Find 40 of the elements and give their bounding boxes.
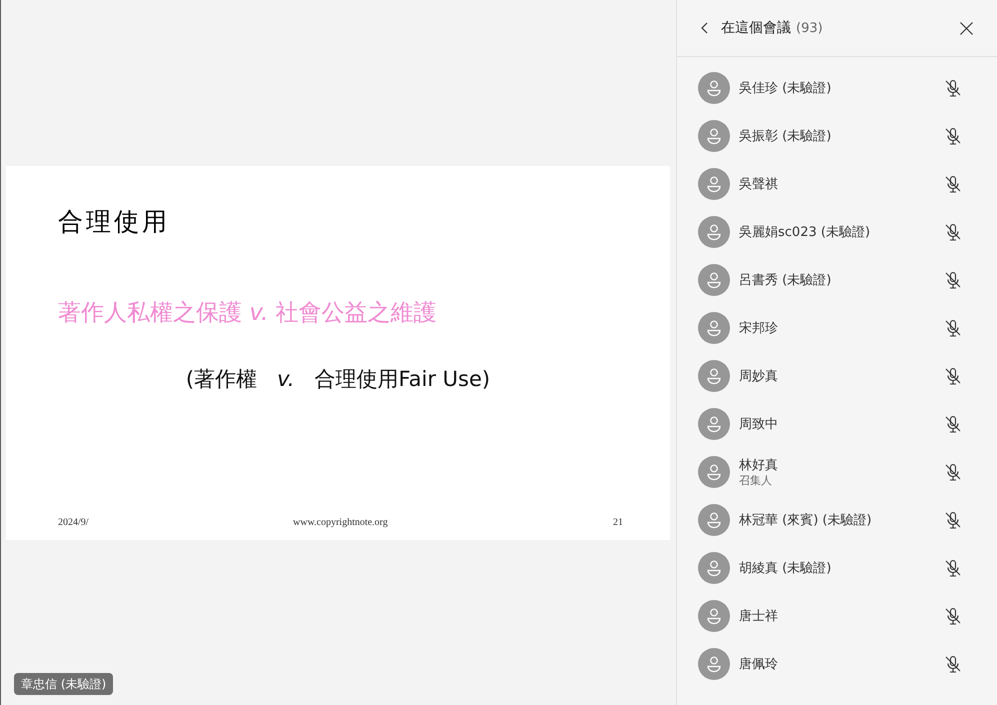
participant-name: 周妙真	[739, 368, 778, 384]
participant-name: 呂書秀 (未驗證)	[739, 272, 832, 288]
speaker-name-tag: 章忠信 (未驗證)	[14, 673, 114, 695]
panel-title: 在這個會議	[721, 19, 791, 37]
avatar-icon	[698, 264, 730, 296]
avatar-icon	[698, 456, 730, 488]
avatar-icon	[698, 408, 730, 440]
avatar-icon	[698, 168, 730, 200]
avatar-icon	[698, 312, 730, 344]
slide-subtitle: 著作人私權之保護 v. 社會公益之維護	[58, 298, 437, 328]
participant-name: 吳麗娟sc023 (未驗證)	[739, 224, 870, 240]
participant-name: 林冠華 (來賓) (未驗證)	[739, 512, 872, 528]
slide-page-number: 21	[613, 516, 623, 528]
avatar-icon	[698, 120, 730, 152]
participant-count: (93)	[796, 20, 823, 36]
close-button[interactable]	[958, 20, 975, 36]
avatar-icon	[698, 72, 730, 104]
participant-name: 吳振彰 (未驗證)	[739, 128, 832, 144]
slide-url: www.copyrightnote.org	[293, 516, 389, 528]
chevron-left-icon	[701, 22, 708, 34]
avatar-icon	[698, 648, 730, 680]
avatar-icon	[698, 360, 730, 392]
slide-date: 2024/9/	[58, 516, 90, 528]
participant-name: 吳聲祺	[739, 176, 778, 192]
participant-name: 吳佳珍 (未驗證)	[739, 80, 832, 96]
avatar-icon	[698, 552, 730, 584]
participant-name: 胡綾真 (未驗證)	[739, 560, 832, 576]
participant-name: 宋邦珍	[739, 320, 778, 336]
participant-name: 唐士祥	[739, 608, 778, 624]
participant-name: 周致中	[739, 416, 778, 432]
participant-role: 召集人	[739, 474, 772, 488]
avatar-icon	[698, 600, 730, 632]
slide-text: (著作權 v. 合理使用Fair Use)	[186, 366, 490, 392]
avatar-icon	[698, 504, 730, 536]
back-button[interactable]	[699, 20, 710, 36]
participant-name: 林好真	[739, 456, 778, 474]
avatar-icon	[698, 216, 730, 248]
slide-title: 合理使用	[58, 206, 170, 238]
close-icon	[960, 22, 973, 34]
participant-name: 唐佩玲	[739, 656, 778, 672]
